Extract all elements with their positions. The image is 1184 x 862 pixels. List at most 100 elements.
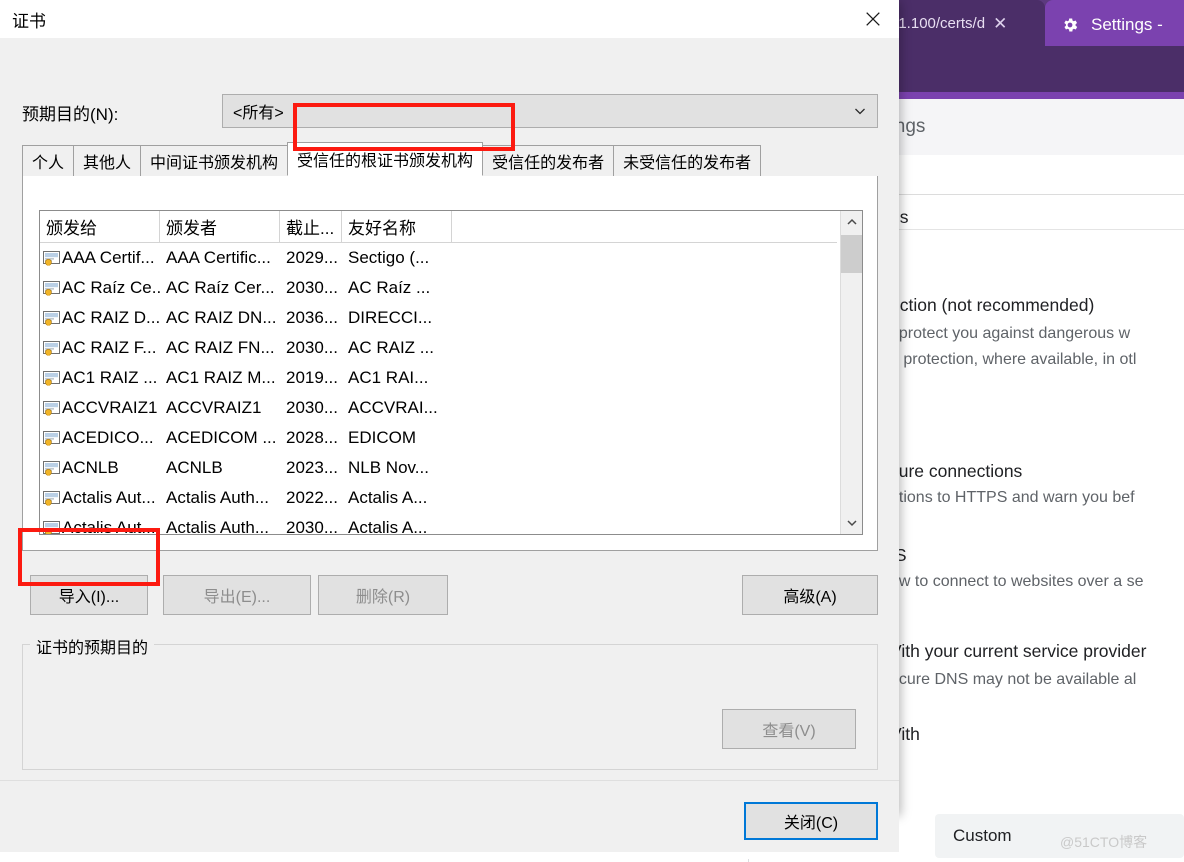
dns-provider-value: Custom <box>953 826 1012 845</box>
cell-issued-by: AAA Certific... <box>166 248 271 267</box>
cell-issued-to: ACCVRAIZ1 <box>40 398 160 418</box>
table-row[interactable]: AC1 RAIZ ... AC1 RAIZ M... 2019... AC1 RAI.… <box>40 363 862 393</box>
column-header-blank[interactable] <box>452 211 837 243</box>
cell-issued-to-text: AC RAIZ D... <box>62 308 160 327</box>
dialog-title: 证书 <box>12 11 46 31</box>
divider <box>890 194 1184 195</box>
certificate-icon <box>43 280 60 296</box>
table-row[interactable]: AC Raíz Ce... AC Raíz Cer... 2030... AC Raí… <box>40 273 862 303</box>
dialog-title-bar: 证书 <box>0 0 899 38</box>
gear-icon <box>1061 16 1079 34</box>
table-row[interactable]: ACEDICO... ACEDICOM ... 2028... EDICOM <box>40 423 862 453</box>
settings-row-sub: g protection, where available, in otl <box>890 351 1137 368</box>
cell-friendly-name: Actalis A... <box>348 518 428 535</box>
tab-label: 受信任的发布者 <box>492 155 605 172</box>
column-header-issued-to[interactable]: 颁发给 <box>40 211 160 243</box>
cell-issued-to-text: AC1 RAIZ ... <box>62 368 158 387</box>
browser-tab-inactive[interactable]: 21.100/certs/d ✕ <box>880 0 1045 46</box>
close-button-label: 关闭(C) <box>783 815 839 832</box>
advanced-button[interactable]: 高级(A) <box>742 575 878 615</box>
tab-personal[interactable]: 个人 <box>22 145 75 176</box>
divider <box>890 229 1184 230</box>
cell-friendly-name: Sectigo (... <box>348 248 430 267</box>
cell-issued-to: Actalis Aut... <box>40 488 160 508</box>
settings-row-title: ection (not recommended) <box>890 295 1095 315</box>
table-row[interactable]: AC RAIZ F... AC RAIZ FN... 2030... AC RAIZ … <box>40 333 862 363</box>
settings-row-title: cure connections <box>890 461 1023 481</box>
browser-tab-active[interactable]: Settings - <box>1045 0 1184 50</box>
tab-label: 中间证书颁发机构 <box>150 155 279 172</box>
intended-purpose-label-text: 预期目的(N): <box>22 105 119 124</box>
certificate-icon <box>43 400 60 416</box>
certificates-dialog: 证书 预期目的(N): <所有> 个人 其他人 中间证书颁发机构 受信任的根证书… <box>0 0 899 852</box>
cell-issued-to: AC RAIZ D... <box>40 308 160 328</box>
cell-issued-by: ACNLB <box>166 458 223 477</box>
cell-issued-to: ACNLB <box>40 458 160 478</box>
cell-issued-by: Actalis Auth... <box>166 488 269 507</box>
cell-issued-to: AAA Certif... <box>40 248 160 268</box>
certificate-icon <box>43 250 60 266</box>
tab-untrusted-publishers[interactable]: 未受信任的发布者 <box>613 145 762 176</box>
remove-button[interactable]: 删除(R) <box>318 575 448 615</box>
tab-label: 个人 <box>32 155 65 172</box>
view-button-label: 查看(V) <box>762 723 816 740</box>
screen: 21.100/certs/d ✕ Settings - ttings us ec… <box>0 0 1184 862</box>
certificate-icon <box>43 490 60 506</box>
column-header-friendly-name[interactable]: 友好名称 <box>342 211 452 243</box>
cell-expiry: 2019... <box>286 368 338 387</box>
tab-trusted-root-ca[interactable]: 受信任的根证书颁发机构 <box>287 142 484 176</box>
table-row[interactable]: AC RAIZ D... AC RAIZ DN... 2036... DIRECCI.… <box>40 303 862 333</box>
close-icon[interactable] <box>847 0 899 38</box>
cell-friendly-name: AC Raíz ... <box>348 278 431 297</box>
certificate-icon <box>43 310 60 326</box>
certificate-icon <box>43 370 60 386</box>
export-button-label: 导出(E)... <box>203 589 271 606</box>
cell-issued-to-text: ACNLB <box>62 458 119 477</box>
settings-row-sub: ations to HTTPS and warn you bef <box>890 489 1135 506</box>
chevron-up-icon[interactable] <box>841 211 862 233</box>
certificate-list[interactable]: 颁发给 颁发者 截止... 友好名称 AAA Certif... AAA Cert… <box>39 210 863 535</box>
column-header-issued-by[interactable]: 颁发者 <box>160 211 280 243</box>
table-row[interactable]: ACNLB ACNLB 2023... NLB Nov... <box>40 453 862 483</box>
browser-tab-active-title: Settings - <box>1091 15 1163 34</box>
chevron-down-icon[interactable] <box>841 512 862 534</box>
certificate-list-scrollbar[interactable] <box>840 211 862 534</box>
tab-intermediate-ca[interactable]: 中间证书颁发机构 <box>140 145 289 176</box>
cell-issued-by: ACCVRAIZ1 <box>166 398 262 417</box>
close-button[interactable]: 关闭(C) <box>744 802 878 840</box>
cell-friendly-name: AC1 RAI... <box>348 368 429 387</box>
column-header-expiry[interactable]: 截止... <box>280 211 342 243</box>
cell-friendly-name: NLB Nov... <box>348 458 429 477</box>
cell-issued-by: ACEDICOM ... <box>166 428 277 447</box>
view-button[interactable]: 查看(V) <box>722 709 856 749</box>
settings-row-title: Vith your current service provider <box>890 641 1147 661</box>
cell-issued-to-text: AAA Certif... <box>62 248 155 267</box>
cell-issued-to-text: ACEDICO... <box>62 428 154 447</box>
table-row[interactable]: Actalis Aut... Actalis Auth... 2022... Acta… <box>40 483 862 513</box>
table-row[interactable]: Actalis Aut... Actalis Auth... 2030... Acta… <box>40 513 862 535</box>
table-row[interactable]: AAA Certif... AAA Certific... 2029... Secti… <box>40 243 862 273</box>
close-icon[interactable]: ✕ <box>993 15 1007 32</box>
certificate-icon <box>43 340 60 356</box>
tab-other-people[interactable]: 其他人 <box>73 145 142 176</box>
dialog-body: 预期目的(N): <所有> 个人 其他人 中间证书颁发机构 受信任的根证书颁发机… <box>0 38 899 852</box>
cell-issued-by: AC1 RAIZ M... <box>166 368 276 387</box>
intended-purpose-value: <所有> <box>233 105 284 122</box>
tab-label: 未受信任的发布者 <box>623 155 752 172</box>
cell-friendly-name: Actalis A... <box>348 488 428 507</box>
scrollbar-thumb[interactable] <box>841 235 862 273</box>
cell-issued-by: AC RAIZ DN... <box>166 308 277 327</box>
tab-trusted-publishers[interactable]: 受信任的发布者 <box>482 145 615 176</box>
settings-row-sub: ow to connect to websites over a se <box>890 573 1144 590</box>
cell-issued-to: AC1 RAIZ ... <box>40 368 160 388</box>
cell-issued-to-text: AC Raíz Ce... <box>62 278 160 297</box>
cell-issued-to: Actalis Aut... <box>40 518 160 534</box>
import-button[interactable]: 导入(I)... <box>30 575 148 615</box>
intended-purpose-select[interactable]: <所有> <box>222 94 878 128</box>
intended-purposes-groupbox-title: 证书的预期目的 <box>30 634 155 658</box>
cell-friendly-name: ACCVRAI... <box>348 398 438 417</box>
table-row[interactable]: ACCVRAIZ1 ACCVRAIZ1 2030... ACCVRAI... <box>40 393 862 423</box>
settings-row-sub: t protect you against dangerous w <box>890 325 1131 342</box>
chevron-down-icon <box>853 104 867 118</box>
export-button[interactable]: 导出(E)... <box>163 575 311 615</box>
